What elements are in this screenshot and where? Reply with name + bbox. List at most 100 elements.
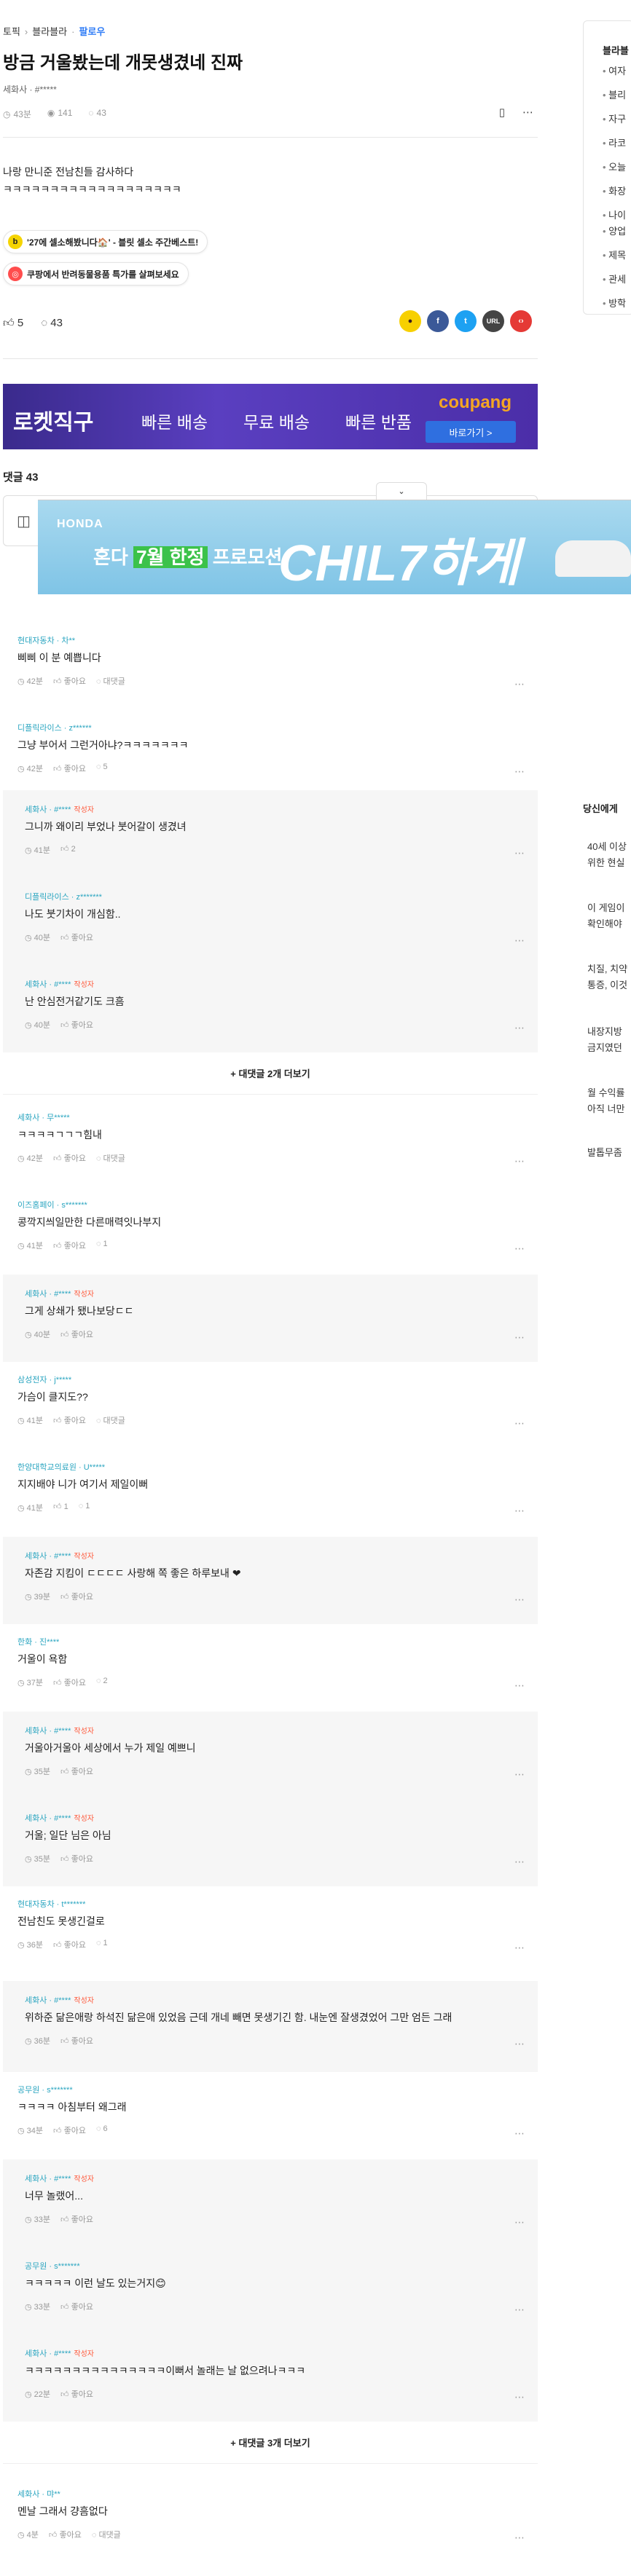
follow-button[interactable]: 팔로우 [79, 26, 105, 37]
recommend-item[interactable]: 통증, 이것 [587, 977, 627, 993]
comment-author[interactable]: 세화사 · #**** 작성자 [25, 1994, 94, 2006]
comment-like-button[interactable]: 👍︎ 좋아요 [49, 2529, 82, 2540]
sidebar-topic-item[interactable]: 양업 [603, 224, 626, 248]
more-icon[interactable]: ⋯ [522, 106, 533, 119]
recommend-item[interactable]: 내장지방 [587, 1024, 622, 1040]
comment-reply-button[interactable]: ◌ 1 [96, 1939, 108, 1950]
comment-more-icon[interactable]: ⋯ [514, 1594, 525, 1606]
comment-author[interactable]: 세화사 · #**** 작성자 [25, 978, 94, 990]
comment-like-button[interactable]: 👍︎ 좋아요 [60, 1591, 93, 1602]
breadcrumb-board[interactable]: 토픽 [3, 26, 20, 37]
comment-author[interactable]: 세화사 · #**** 작성자 [25, 803, 94, 815]
comment-more-icon[interactable]: ⋯ [514, 1768, 525, 1781]
sidebar-topic-item[interactable]: 블리 [603, 87, 626, 111]
more-replies-button[interactable]: + 대댓글 2개 더보기 [3, 1052, 538, 1095]
comment-author[interactable]: 디플릭라이스 · z****** [17, 722, 92, 733]
comment-more-icon[interactable]: ⋯ [514, 1942, 525, 1954]
honda-ad-banner[interactable]: HONDA 혼다 7월 한정 프로모션 CHIL7하게 [38, 500, 631, 594]
comment-like-button[interactable]: 👍︎ 좋아요 [60, 2035, 93, 2047]
comment-more-icon[interactable]: ⋯ [514, 1022, 525, 1034]
facebook-share-icon[interactable]: f [427, 310, 449, 332]
comment-more-icon[interactable]: ⋯ [514, 847, 525, 859]
bookmark-icon[interactable]: ▯ [499, 106, 505, 119]
comment-reply-button[interactable]: ◌ 1 [96, 1240, 108, 1251]
recommend-item[interactable]: 월 수익률 [587, 1085, 624, 1101]
camera-icon[interactable]: ◫ [17, 512, 31, 530]
comment-author[interactable]: 세화사 · #**** 작성자 [25, 1725, 94, 1736]
comment-reply-button[interactable]: ◌ 대댓글 [92, 2529, 121, 2540]
comment-author[interactable]: 공무원 · s******* [17, 2084, 73, 2095]
comment-more-icon[interactable]: ⋯ [514, 1331, 525, 1344]
comment-author[interactable]: 세화사 · #**** 작성자 [25, 2347, 94, 2359]
comment-like-button[interactable]: 👍︎ 좋아요 [53, 1152, 86, 1164]
comment-like-button[interactable]: 👍︎ 좋아요 [53, 2124, 86, 2136]
comment-button[interactable]: ◌ 43 [41, 317, 63, 330]
sidebar-topic-item[interactable]: 나이 [603, 208, 626, 224]
comment-author[interactable]: 세화사 · #**** 작성자 [25, 1288, 94, 1299]
comment-more-icon[interactable]: ⋯ [514, 2304, 525, 2316]
comment-reply-button[interactable]: ◌ 6 [96, 2124, 108, 2136]
comment-like-button[interactable]: 👍︎ 좋아요 [60, 1765, 93, 1777]
recommend-item[interactable]: 아직 너만 [587, 1101, 624, 1117]
comment-like-button[interactable]: 👍︎ 좋아요 [53, 1677, 86, 1688]
comment-like-button[interactable]: 👍︎ 좋아요 [60, 2213, 93, 2225]
post-author[interactable]: 세화사 · #***** [3, 83, 57, 95]
comment-reply-button[interactable]: ◌ 5 [96, 763, 108, 774]
comment-like-button[interactable]: 👍︎ 좋아요 [53, 1939, 86, 1950]
promo-pill-2[interactable]: ◎ 쿠팡에서 반려동물용품 특가를 살펴보세요 [3, 262, 189, 285]
coupang-ad-banner[interactable]: 로켓직구 빠른 배송 무료 배송 빠른 반품 coupang 바로가기 > [3, 384, 538, 449]
ad-cta-button[interactable]: 바로가기 > [426, 421, 516, 443]
sidebar-topic-item[interactable]: 방학 [603, 296, 626, 320]
comment-more-icon[interactable]: ⋯ [514, 1505, 525, 1517]
comment-like-button[interactable]: 👍︎ 2 [60, 844, 76, 856]
comment-author[interactable]: 세화사 · 무***** [17, 1111, 70, 1123]
recommend-item[interactable]: 발톱무좀 [587, 1145, 622, 1161]
comment-more-icon[interactable]: ⋯ [514, 2216, 525, 2229]
comment-more-icon[interactable]: ⋯ [514, 1242, 525, 1255]
comment-like-button[interactable]: 👍︎ 좋아요 [53, 1414, 86, 1426]
comment-more-icon[interactable]: ⋯ [514, 1417, 525, 1430]
comment-like-button[interactable]: 👍︎ 1 [53, 1502, 68, 1513]
sidebar-topic-item[interactable]: 관세 [603, 272, 626, 296]
comment-more-icon[interactable]: ⋯ [514, 2038, 525, 2050]
twitter-share-icon[interactable]: t [455, 310, 477, 332]
comment-more-icon[interactable]: ⋯ [514, 2532, 525, 2544]
sidebar-topic-item[interactable]: 자구 [603, 111, 626, 135]
recommend-item[interactable]: 이 게임이 [587, 900, 624, 916]
ad-collapse-button[interactable]: ⌄ [376, 482, 427, 500]
comment-reply-button[interactable]: ◌ 대댓글 [96, 1414, 125, 1426]
comment-like-button[interactable]: 👍︎ 좋아요 [60, 2388, 93, 2400]
recommend-item[interactable]: 확인해야 [587, 916, 622, 932]
sidebar-topic-item[interactable]: 화장 [603, 184, 626, 208]
comment-more-icon[interactable]: ⋯ [514, 765, 525, 778]
sidebar-topic-item[interactable]: 제목 [603, 248, 626, 272]
recommend-item[interactable]: 위한 현실 [587, 855, 624, 871]
comment-like-button[interactable]: 👍︎ 좋아요 [60, 2301, 93, 2312]
comment-author[interactable]: 공무원 · s******* [25, 2260, 80, 2272]
comment-author[interactable]: 이즈홈페이 · s******* [17, 1199, 87, 1210]
comment-author[interactable]: 세화사 · #**** 작성자 [25, 1812, 94, 1824]
comment-like-button[interactable]: 👍︎ 좋아요 [53, 763, 86, 774]
comment-more-icon[interactable]: ⋯ [514, 1155, 525, 1167]
kakao-share-icon[interactable]: ● [399, 310, 421, 332]
comment-author[interactable]: 세화사 · 먀** [17, 2488, 60, 2500]
comment-reply-button[interactable]: ◌ 1 [79, 1502, 90, 1513]
comment-like-button[interactable]: 👍︎ 좋아요 [60, 1328, 93, 1340]
sidebar-topic-item[interactable]: 오늘 [603, 159, 626, 184]
sidebar-topic-item[interactable]: 라코 [603, 135, 626, 159]
comment-author[interactable]: 디플릭라이스 · z******* [25, 891, 102, 902]
comment-like-button[interactable]: 👍︎ 좋아요 [60, 931, 93, 943]
comment-author[interactable]: 현대자동차 · 차** [17, 634, 75, 646]
like-button[interactable]: 👍︎ 5 [3, 317, 23, 330]
comment-like-button[interactable]: 👍︎ 좋아요 [60, 1853, 93, 1864]
recommend-item[interactable]: 40세 이상 [587, 839, 627, 855]
comment-like-button[interactable]: 👍︎ 좋아요 [60, 1019, 93, 1031]
comment-reply-button[interactable]: ◌ 2 [96, 1677, 108, 1688]
recommend-item[interactable]: 치질, 치약 [587, 961, 627, 977]
comment-more-icon[interactable]: ⋯ [514, 678, 525, 690]
comment-reply-button[interactable]: ◌ 대댓글 [96, 675, 125, 687]
comment-author[interactable]: 삼성전자 · j***** [17, 1374, 71, 1385]
comment-author[interactable]: 현대자동차 · t******* [17, 1898, 85, 1910]
more-share-icon[interactable]: ‹› [510, 310, 532, 332]
comment-more-icon[interactable]: ⋯ [514, 2127, 525, 2140]
